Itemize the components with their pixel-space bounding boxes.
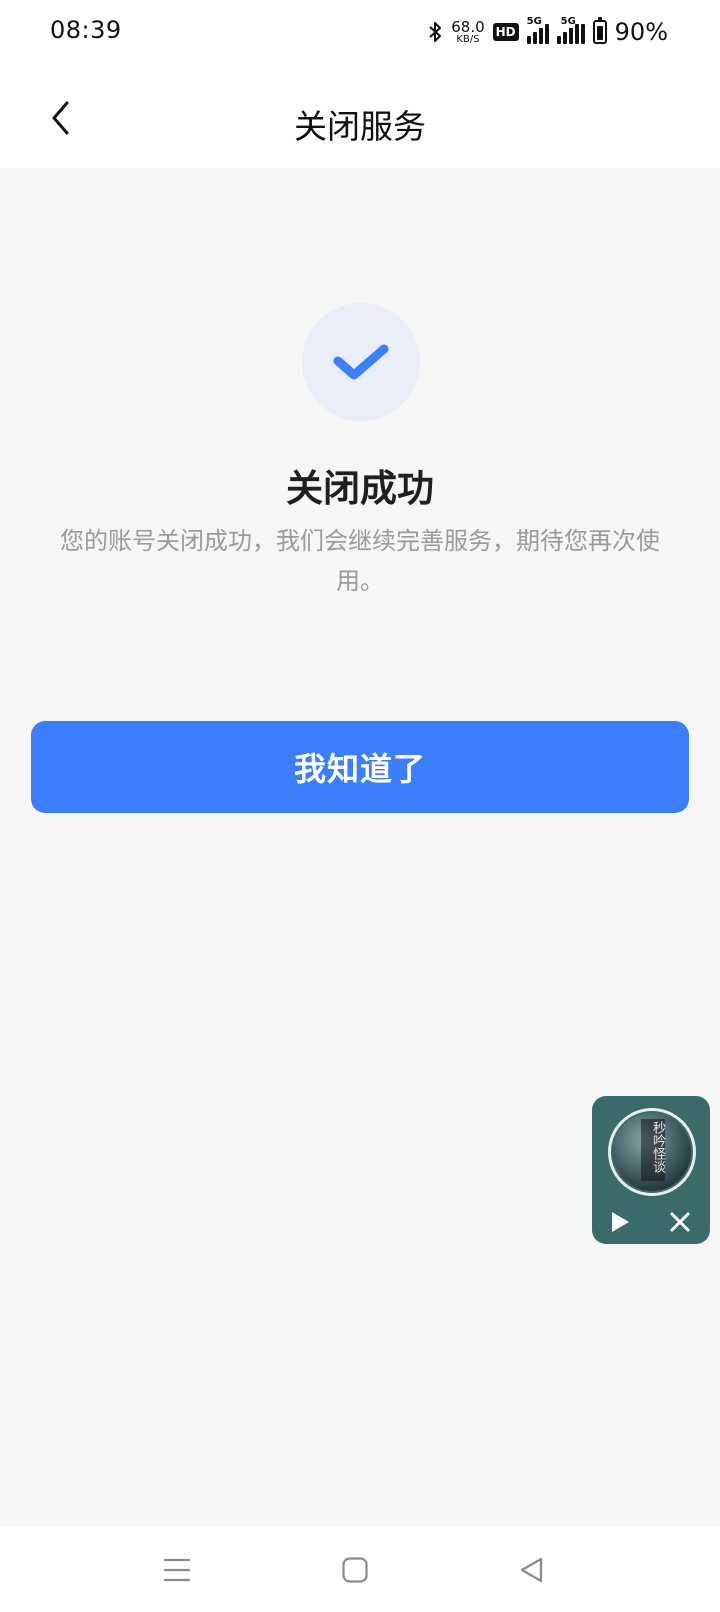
app-header: 关闭服务 [0, 66, 720, 168]
album-cover-text: 秒吟怪谈 [650, 1121, 665, 1173]
status-bar: 08:39 68.0 KB/S HD 5G 5G 90% [0, 0, 720, 66]
acknowledge-button[interactable]: 我知道了 [31, 721, 689, 813]
nav-home-button[interactable] [333, 1548, 377, 1592]
check-icon [333, 344, 389, 380]
signal-sim1-icon: 5G [526, 16, 549, 44]
player-close-button[interactable] [666, 1208, 694, 1236]
battery-percent: 90% [614, 18, 668, 46]
result-title: 关闭成功 [286, 467, 434, 510]
success-badge [302, 303, 420, 421]
status-time: 08:39 [50, 16, 122, 44]
hd-voice-icon: HD [492, 23, 519, 41]
sim2-network-type: 5G [560, 16, 576, 27]
play-icon [612, 1212, 629, 1232]
album-art-image: 秒吟怪谈 [613, 1113, 691, 1191]
network-speed-value: 68.0 [451, 17, 485, 36]
result-description: 您的账号关闭成功，我们会继续完善服务，期待您再次使用。 [60, 527, 660, 595]
network-speed: 68.0 KB/S [451, 17, 485, 45]
nav-menu-button[interactable] [155, 1548, 199, 1592]
play-button[interactable] [606, 1208, 634, 1236]
battery-icon [592, 17, 607, 44]
sim1-network-type: 5G [526, 16, 542, 27]
page-title: 关闭服务 [294, 107, 426, 146]
status-icons: 68.0 KB/S HD 5G 5G 90% [427, 14, 668, 50]
menu-icon [163, 1558, 191, 1582]
network-speed-unit: KB/S [456, 33, 480, 45]
system-nav-bar [0, 1526, 720, 1612]
close-icon [670, 1212, 690, 1232]
back-triangle-icon [520, 1557, 543, 1583]
mini-player[interactable]: 秒吟怪谈 [592, 1096, 710, 1244]
nav-back-button[interactable] [510, 1548, 554, 1592]
home-icon [342, 1557, 368, 1583]
album-cover[interactable]: 秒吟怪谈 [608, 1108, 696, 1196]
signal-sim2-icon: 5G [556, 16, 585, 44]
bluetooth-icon [429, 22, 442, 42]
